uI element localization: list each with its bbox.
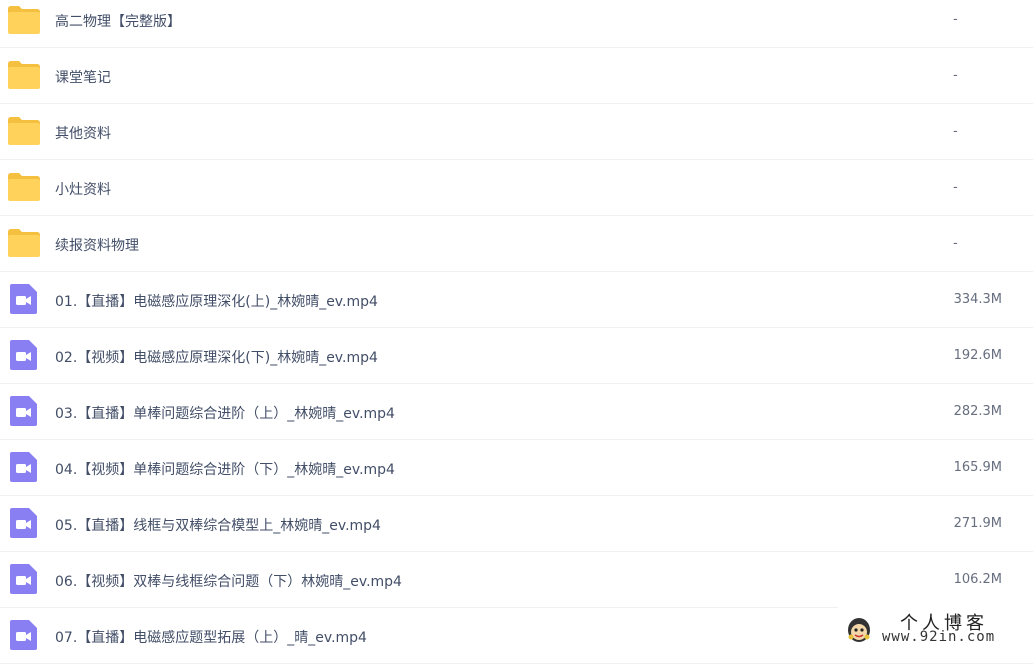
file-name[interactable]: 01.【直播】电磁感应原理深化(上)_林婉晴_ev.mp4	[55, 291, 378, 311]
file-size: 282.3M	[953, 404, 1002, 419]
file-name[interactable]: 05.【直播】线框与双棒综合模型上_林婉晴_ev.mp4	[55, 515, 381, 535]
file-row[interactable]: 02.【视频】电磁感应原理深化(下)_林婉晴_ev.mp4 192.6M	[0, 328, 1033, 384]
file-size: 106.2M	[953, 572, 1002, 587]
file-name[interactable]: 续报资料物理	[55, 235, 139, 255]
video-file-icon	[7, 508, 41, 538]
file-list: 高二物理【完整版】 - 课堂笔记 - 其他资料 - 小灶资料 - 续报资料物理 - 01.【直播】电…	[0, 0, 1033, 664]
file-name[interactable]: 小灶资料	[55, 179, 111, 199]
file-row[interactable]: 05.【直播】线框与双棒综合模型上_林婉晴_ev.mp4 271.9M	[0, 496, 1033, 552]
video-file-icon	[7, 396, 41, 426]
folder-icon	[7, 228, 41, 258]
folder-row[interactable]: 课堂笔记 -	[0, 48, 1033, 104]
folder-icon	[7, 172, 41, 202]
folder-icon	[7, 60, 41, 90]
file-size: -	[953, 180, 958, 195]
file-size: -	[953, 68, 958, 83]
video-file-icon	[7, 452, 41, 482]
file-size: 192.6M	[953, 348, 1002, 363]
file-size: -	[953, 236, 958, 251]
folder-icon	[7, 116, 41, 146]
file-row[interactable]: 01.【直播】电磁感应原理深化(上)_林婉晴_ev.mp4 334.3M	[0, 272, 1033, 328]
file-size: 165.9M	[953, 460, 1002, 475]
file-row[interactable]: 04.【视频】单棒问题综合进阶（下）_林婉晴_ev.mp4 165.9M	[0, 440, 1033, 496]
video-file-icon	[7, 620, 41, 650]
file-size: -	[953, 124, 958, 139]
folder-row[interactable]: 高二物理【完整版】 -	[0, 0, 1033, 48]
folder-row[interactable]: 小灶资料 -	[0, 160, 1033, 216]
file-size: 271.9M	[953, 516, 1002, 531]
file-name[interactable]: 高二物理【完整版】	[55, 11, 181, 31]
watermark-url: www.92in.com	[882, 629, 996, 645]
file-name[interactable]: 07.【直播】电磁感应题型拓展（上）_晴_ev.mp4	[55, 627, 367, 647]
file-row[interactable]: 03.【直播】单棒问题综合进阶（上）_林婉晴_ev.mp4 282.3M	[0, 384, 1033, 440]
file-name[interactable]: 04.【视频】单棒问题综合进阶（下）_林婉晴_ev.mp4	[55, 459, 395, 479]
video-file-icon	[7, 284, 41, 314]
folder-row[interactable]: 续报资料物理 -	[0, 216, 1033, 272]
file-row[interactable]: 06.【视频】双棒与线框综合问题（下）林婉晴_ev.mp4 106.2M	[0, 552, 1033, 608]
folder-row[interactable]: 其他资料 -	[0, 104, 1033, 160]
file-name[interactable]: 课堂笔记	[55, 67, 111, 87]
file-name[interactable]: 06.【视频】双棒与线框综合问题（下）林婉晴_ev.mp4	[55, 571, 402, 591]
folder-icon	[7, 5, 41, 35]
file-size: 334.3M	[953, 292, 1002, 307]
mascot-icon	[848, 618, 870, 642]
file-size: -	[953, 12, 958, 27]
video-file-icon	[7, 564, 41, 594]
file-name[interactable]: 03.【直播】单棒问题综合进阶（上）_林婉晴_ev.mp4	[55, 403, 395, 423]
watermark: 个人博客 www.92in.com	[838, 607, 1033, 651]
file-name[interactable]: 02.【视频】电磁感应原理深化(下)_林婉晴_ev.mp4	[55, 347, 378, 367]
video-file-icon	[7, 340, 41, 370]
file-name[interactable]: 其他资料	[55, 123, 111, 143]
